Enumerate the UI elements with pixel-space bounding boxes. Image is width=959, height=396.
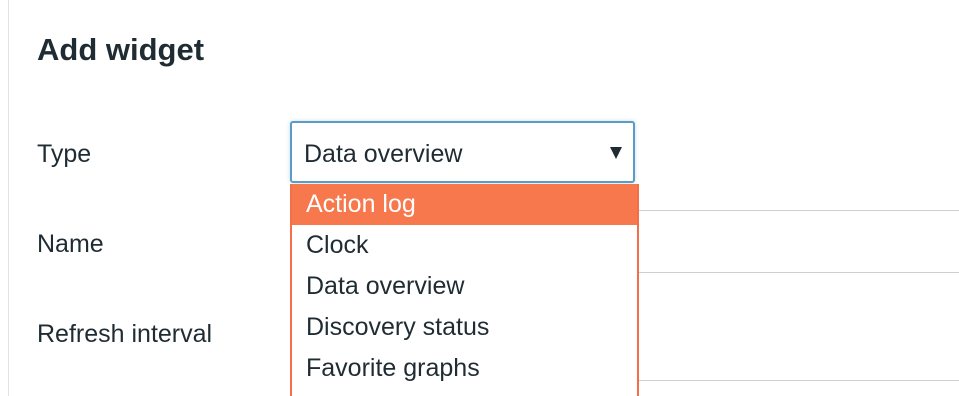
- name-label: Name: [37, 230, 104, 258]
- type-label: Type: [37, 140, 92, 168]
- triangle-down-icon: [610, 147, 622, 159]
- dropdown-option-data-overview[interactable]: Data overview: [292, 266, 637, 307]
- dropdown-option-favorite-graphs[interactable]: Favorite graphs: [292, 348, 637, 389]
- name-input-bottom-border: [639, 272, 959, 273]
- type-select[interactable]: Data overview: [290, 121, 635, 183]
- name-input-top-border: [639, 210, 959, 211]
- refresh-interval-label: Refresh interval: [37, 320, 213, 348]
- dropdown-option-clock[interactable]: Clock: [292, 225, 637, 266]
- refresh-interval-field-border: [639, 380, 959, 381]
- dialog-left-border: [8, 0, 9, 396]
- dialog-title: Add widget: [37, 32, 205, 67]
- name-input[interactable]: [639, 210, 959, 272]
- type-select-value: Data overview: [304, 140, 463, 168]
- type-dropdown-list: Action log Clock Data overview Discovery…: [290, 184, 639, 396]
- dropdown-option-discovery-status[interactable]: Discovery status: [292, 307, 637, 348]
- dropdown-option-action-log[interactable]: Action log: [292, 184, 637, 225]
- add-widget-dialog: Add widget Type Name Refresh interval Da…: [0, 0, 959, 396]
